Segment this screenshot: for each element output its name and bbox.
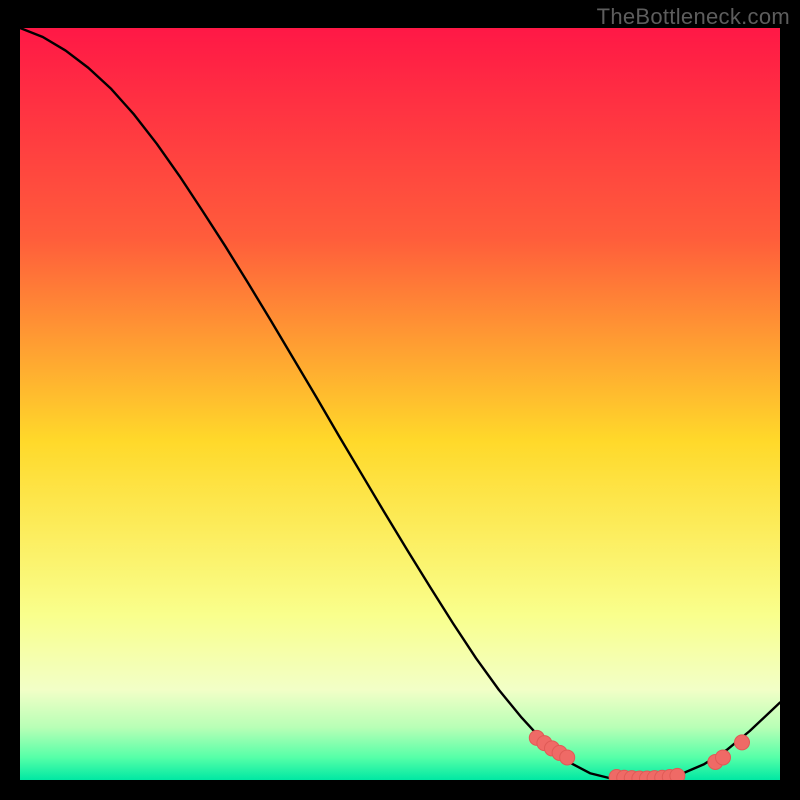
plot-area	[20, 28, 780, 780]
gradient-background	[20, 28, 780, 780]
watermark-text: TheBottleneck.com	[597, 4, 790, 30]
curve-marker	[735, 735, 750, 750]
curve-marker	[716, 750, 731, 765]
curve-marker	[560, 750, 575, 765]
chart-frame: TheBottleneck.com	[0, 0, 800, 800]
bottleneck-chart	[20, 28, 780, 780]
curve-marker	[670, 768, 685, 780]
